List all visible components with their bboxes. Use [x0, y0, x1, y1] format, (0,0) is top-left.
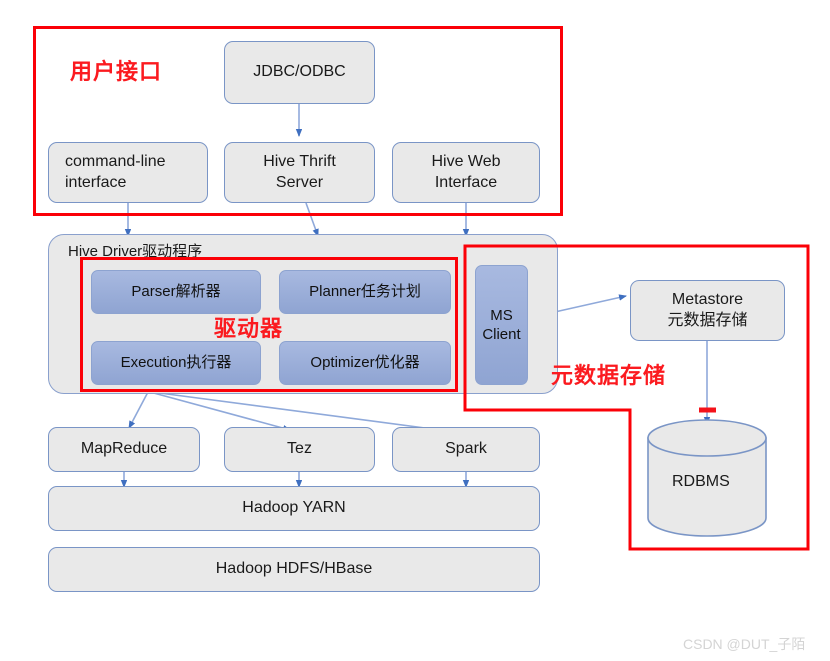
watermark: CSDN @DUT_子陌 [683, 636, 806, 652]
diagram-canvas: Hive Driver驱动程序 JDBC/ODBC command-line i… [0, 0, 830, 661]
annotation-box-metastore [463, 244, 810, 551]
annotation-label-user-interface: 用户接口 [70, 59, 163, 84]
annotation-label-driver: 驱动器 [214, 316, 284, 341]
annotation-label-metastore: 元数据存储 [551, 363, 667, 388]
